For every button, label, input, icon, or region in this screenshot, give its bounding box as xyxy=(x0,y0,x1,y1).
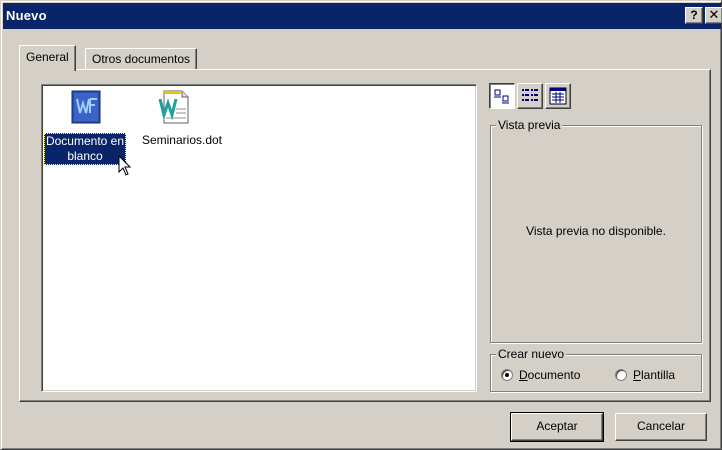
large-icons-view-button[interactable] xyxy=(489,83,515,109)
list-icon xyxy=(522,89,538,101)
tab-otros-documentos[interactable]: Otros documentos xyxy=(85,48,198,70)
help-button[interactable]: ? xyxy=(685,7,703,24)
word-blank-document-icon xyxy=(71,90,101,124)
details-icon xyxy=(549,87,567,105)
preview-legend: Vista previa xyxy=(496,118,563,132)
word-template-icon xyxy=(158,90,189,124)
radio-button[interactable] xyxy=(615,369,627,381)
radio-button-selected[interactable] xyxy=(501,369,513,381)
large-icons-icon xyxy=(494,89,509,104)
cancel-button[interactable]: Cancelar xyxy=(615,413,707,441)
tab-general[interactable]: General xyxy=(19,45,76,71)
create-new-group: Crear nuevo Documento Plantilla xyxy=(490,347,702,392)
preview-message: Vista previa no disponible. xyxy=(526,224,666,238)
radio-label-documento: Documento xyxy=(519,368,581,382)
file-label: Seminarios.dot xyxy=(141,133,223,147)
list-view-button[interactable] xyxy=(517,83,543,109)
details-view-button[interactable] xyxy=(545,83,571,109)
file-list[interactable]: Documento en blanco Seminarios.dot xyxy=(41,84,477,392)
new-document-dialog: Nuevo ? ✕ General Otros documentos Docum… xyxy=(0,0,722,450)
title-bar[interactable]: Nuevo ? ✕ xyxy=(3,3,722,29)
window-title: Nuevo xyxy=(6,8,47,23)
close-button[interactable]: ✕ xyxy=(705,7,722,24)
preview-group: Vista previa Vista previa no disponible. xyxy=(490,118,702,343)
accept-button[interactable]: Aceptar xyxy=(510,412,604,442)
mouse-pointer-icon xyxy=(118,155,132,176)
radio-label-plantilla: Plantilla xyxy=(633,368,676,382)
create-new-legend: Crear nuevo xyxy=(496,347,567,361)
file-label: Documento en blanco xyxy=(44,133,126,165)
